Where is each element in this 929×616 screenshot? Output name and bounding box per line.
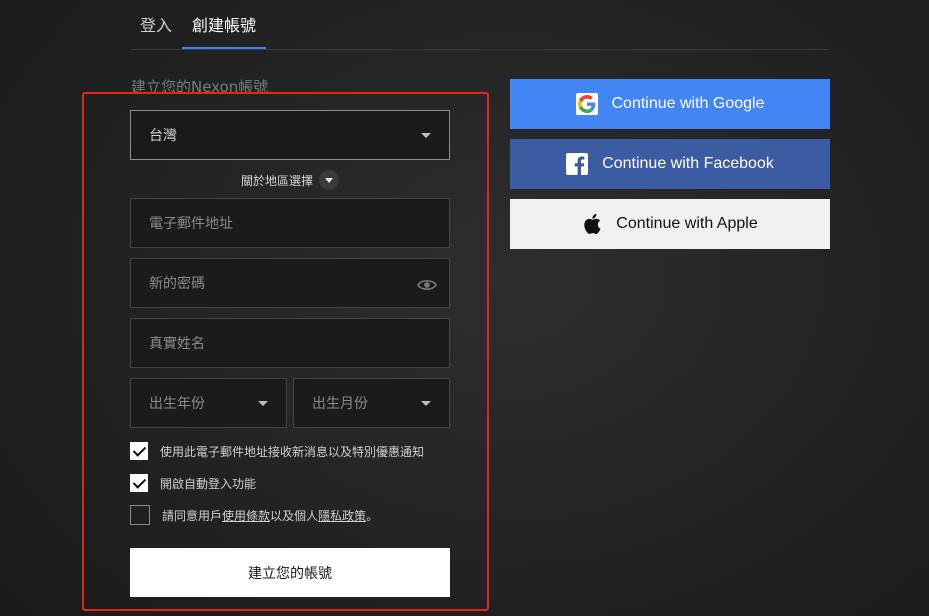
terms-option[interactable]: 請同意用戶 使用條款 以及個人 隱私政策。: [130, 505, 378, 525]
google-signin-button[interactable]: Continue with Google: [510, 79, 830, 129]
auth-tabs: 登入 創建帳號: [130, 0, 830, 50]
facebook-signin-button[interactable]: Continue with Facebook: [510, 139, 830, 189]
auto-login-checkbox[interactable]: [130, 474, 148, 492]
apple-icon: [582, 213, 602, 235]
newsletter-option[interactable]: 使用此電子郵件地址接收新消息以及特別優惠通知: [130, 441, 424, 461]
create-account-button[interactable]: 建立您的帳號: [130, 548, 450, 597]
facebook-signin-label: Continue with Facebook: [602, 155, 774, 172]
chevron-down-icon: [258, 401, 268, 406]
birth-year-select[interactable]: 出生年份: [130, 378, 287, 428]
tab-login[interactable]: 登入: [130, 0, 182, 48]
eye-icon[interactable]: [417, 277, 437, 291]
apple-signin-button[interactable]: Continue with Apple: [510, 199, 830, 249]
email-placeholder: 電子郵件地址: [149, 216, 233, 232]
apple-signin-label: Continue with Apple: [616, 215, 758, 232]
facebook-icon: [566, 153, 589, 175]
birth-month-select[interactable]: 出生月份: [293, 378, 450, 428]
terms-of-use-link[interactable]: 使用條款: [222, 507, 270, 524]
google-signin-label: Continue with Google: [611, 95, 765, 112]
password-field[interactable]: 新的密碼: [130, 258, 450, 308]
auto-login-label: 開啟自動登入功能: [160, 476, 257, 491]
region-select[interactable]: 台灣: [130, 110, 450, 160]
terms-checkbox[interactable]: [130, 505, 150, 525]
birth-month-placeholder: 出生月份: [312, 396, 368, 412]
birth-year-placeholder: 出生年份: [149, 396, 205, 412]
region-about-toggle[interactable]: 關於地區選擇: [241, 169, 340, 191]
newsletter-label: 使用此電子郵件地址接收新消息以及特別優惠通知: [160, 444, 425, 459]
auto-login-option[interactable]: 開啟自動登入功能: [130, 473, 256, 493]
terms-suffix: 。: [366, 508, 379, 523]
real-name-placeholder: 真實姓名: [149, 336, 205, 352]
real-name-field[interactable]: 真實姓名: [130, 318, 450, 368]
region-about-label: 關於地區選擇: [241, 173, 314, 188]
terms-prefix: 請同意用戶: [162, 508, 223, 523]
newsletter-checkbox[interactable]: [130, 442, 148, 460]
email-field[interactable]: 電子郵件地址: [130, 198, 450, 248]
password-placeholder: 新的密碼: [149, 276, 205, 292]
google-icon: [575, 93, 598, 115]
terms-middle: 以及個人: [270, 508, 319, 523]
region-select-value: 台灣: [149, 128, 177, 144]
chevron-down-icon: [421, 401, 431, 406]
privacy-policy-link[interactable]: 隱私政策: [318, 507, 366, 524]
form-title: 建立您的Nexon帳號: [131, 78, 269, 96]
chevron-down-icon: [421, 133, 431, 138]
tab-create-account[interactable]: 創建帳號: [182, 0, 266, 49]
chevron-down-circle-icon: [319, 170, 340, 190]
